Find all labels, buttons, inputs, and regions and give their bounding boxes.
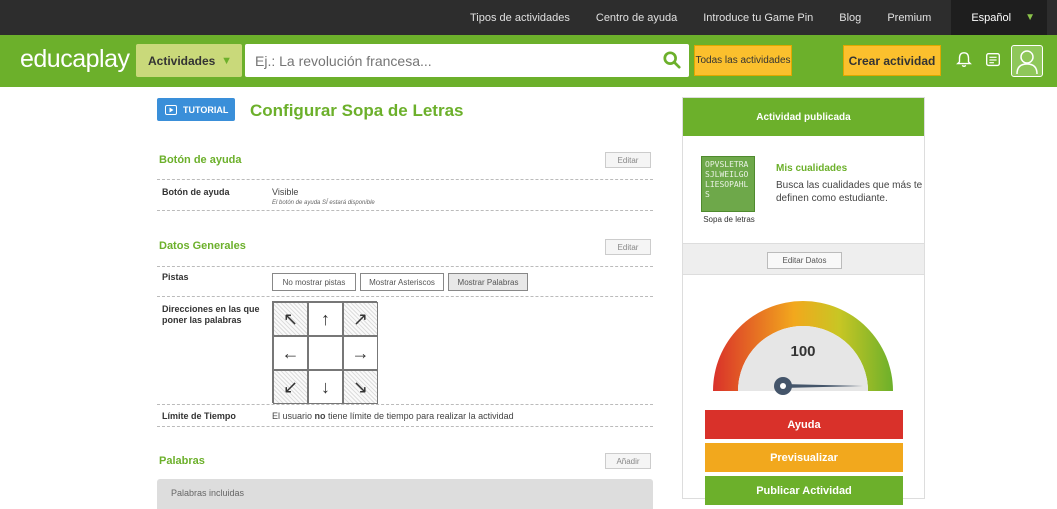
edit-general-button[interactable]: Editar — [605, 239, 651, 255]
time-limit-label: Límite de Tiempo — [162, 411, 236, 421]
logo-part-educa: educa — [20, 45, 86, 73]
activities-dropdown[interactable]: Actividades ▼ — [136, 44, 242, 77]
nav-link-activity-types[interactable]: Tipos de actividades — [470, 12, 570, 24]
nav-link-game-pin[interactable]: Introduce tu Game Pin — [703, 12, 813, 24]
create-activity-button[interactable]: Crear actividad — [843, 45, 941, 76]
activity-type-caption: Sopa de letras — [703, 215, 755, 224]
messages-icon[interactable] — [984, 51, 1002, 69]
score-gauge — [713, 301, 893, 395]
hint-option-words[interactable]: Mostrar Palabras — [448, 273, 528, 291]
time-prefix: El usuario — [272, 411, 315, 421]
direction-down-right-cell[interactable]: ↘ — [343, 370, 378, 404]
hints-options: No mostrar pistas Mostrar Asteriscos Mos… — [272, 273, 532, 293]
direction-down-cell[interactable]: ↓ — [308, 370, 343, 404]
panel-header: Actividad publicada — [683, 98, 924, 136]
direction-right-cell[interactable]: → — [343, 336, 378, 370]
hint-option-none[interactable]: No mostrar pistas — [272, 273, 356, 291]
help-row-description: El botón de ayuda SÍ estará disponible — [272, 200, 375, 206]
help-row: Botón de ayuda Visible El botón de ayuda… — [157, 179, 653, 211]
all-activities-button[interactable]: Todas las actividades — [694, 45, 792, 76]
tutorial-label: TUTORIAL — [183, 104, 229, 115]
language-selector[interactable]: Español ▼ — [951, 0, 1047, 35]
time-bold: no — [314, 411, 326, 421]
activity-title[interactable]: Mis cualidades — [776, 163, 847, 174]
top-utility-bar: Tipos de actividades Centro de ayuda Int… — [0, 0, 1057, 35]
thumbnail-letters: OPVSLETRASJLWEILGOLIESOPAHLS — [705, 160, 749, 199]
page-title: Configurar Sopa de Letras — [250, 101, 464, 120]
hints-row: Pistas No mostrar pistas Mostrar Asteris… — [157, 266, 653, 297]
play-icon — [165, 104, 177, 115]
add-word-button[interactable]: Añadir — [605, 453, 651, 469]
directions-row: Direcciones en las que poner las palabra… — [157, 297, 653, 405]
help-row-label: Botón de ayuda — [162, 187, 230, 197]
activity-thumbnail[interactable]: OPVSLETRASJLWEILGOLIESOPAHLS — [701, 156, 755, 212]
activities-dropdown-label: Actividades — [148, 53, 216, 68]
nav-link-premium[interactable]: Premium — [887, 12, 931, 24]
help-section-title: Botón de ayuda — [159, 154, 242, 166]
direction-up-cell[interactable]: ↑ — [308, 302, 343, 336]
nav-link-help-center[interactable]: Centro de ayuda — [596, 12, 677, 24]
search-icon[interactable] — [663, 51, 681, 69]
preview-button[interactable]: Previsualizar — [705, 443, 903, 472]
score-value: 100 — [790, 343, 816, 360]
edit-data-button[interactable]: Editar Datos — [767, 252, 842, 269]
hint-option-asterisks[interactable]: Mostrar Asteriscos — [360, 273, 444, 291]
edit-help-button[interactable]: Editar — [605, 152, 651, 168]
general-section-title: Datos Generales — [159, 240, 246, 252]
nav-link-blog[interactable]: Blog — [839, 12, 861, 24]
search-input[interactable] — [245, 44, 645, 77]
included-words-panel: Palabras incluidas — [157, 479, 653, 509]
educaplay-logo[interactable]: educaplay — [20, 45, 130, 74]
language-label: Español — [971, 11, 1012, 24]
words-section-title: Palabras — [159, 455, 205, 467]
included-words-label: Palabras incluidas — [171, 488, 245, 498]
directions-label: Direcciones en las que poner las palabra… — [162, 304, 260, 325]
activity-side-panel: Actividad publicada OPVSLETRASJLWEILGOLI… — [682, 97, 925, 505]
main-header: educaplay Actividades ▼ Todas las activi… — [0, 35, 1057, 87]
help-row-value: Visible — [272, 187, 299, 197]
directions-grid: ↖ ↑ ↗ ← → ↙ ↓ ↘ — [272, 301, 378, 404]
user-icon — [1016, 50, 1038, 75]
publish-activity-button[interactable]: Publicar Actividad — [705, 476, 903, 505]
time-limit-row: Límite de Tiempo El usuario no tiene lím… — [157, 405, 653, 427]
activity-description: Busca las cualidades que más te definen … — [776, 180, 923, 204]
direction-left-cell[interactable]: ← — [273, 336, 308, 370]
hints-label: Pistas — [162, 272, 189, 282]
time-suffix: tiene límite de tiempo para realizar la … — [325, 411, 514, 421]
direction-down-left-cell[interactable]: ↙ — [273, 370, 308, 404]
tutorial-button[interactable]: TUTORIAL — [157, 98, 235, 121]
time-limit-value: El usuario no tiene límite de tiempo par… — [272, 411, 514, 421]
search-box — [245, 44, 689, 77]
direction-up-right-cell[interactable]: ↗ — [343, 302, 378, 336]
edit-data-band: Editar Datos — [683, 243, 924, 275]
direction-up-left-cell[interactable]: ↖ — [273, 302, 308, 336]
direction-center-cell — [308, 336, 343, 370]
bell-icon[interactable] — [955, 51, 973, 69]
user-avatar[interactable] — [1011, 45, 1043, 77]
help-button[interactable]: Ayuda — [705, 410, 903, 439]
logo-part-play: play — [85, 45, 130, 73]
chevron-down-icon: ▼ — [221, 54, 232, 67]
chevron-down-icon: ▼ — [1025, 12, 1035, 23]
